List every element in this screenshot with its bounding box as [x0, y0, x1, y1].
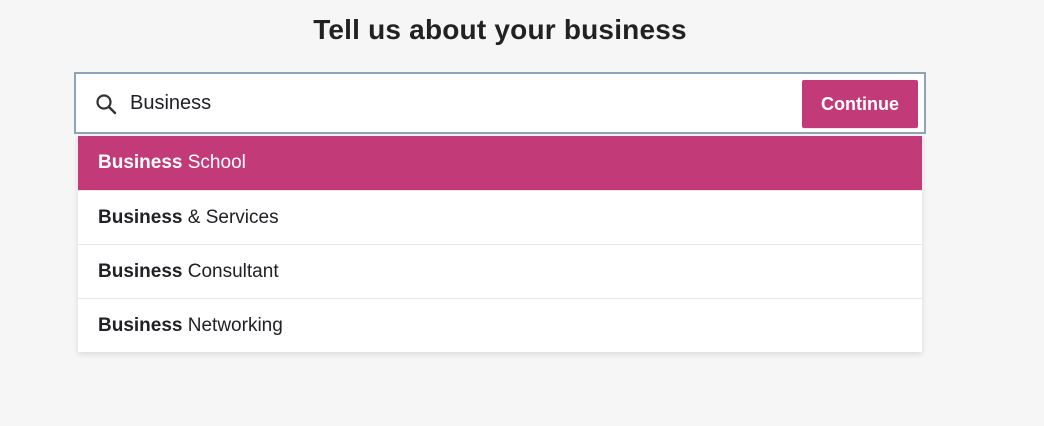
suggestion-rest: & Services [182, 207, 279, 228]
suggestion-business-networking[interactable]: Business Networking [78, 298, 922, 352]
suggestion-rest: Consultant [182, 261, 279, 282]
suggestions-dropdown: Business School Business & Services Busi… [78, 136, 922, 352]
page-title: Tell us about your business [313, 14, 687, 45]
search-box[interactable]: Continue [74, 72, 926, 134]
continue-button[interactable]: Continue [802, 80, 918, 128]
suggestion-rest: School [182, 152, 246, 173]
suggestion-business-and-services[interactable]: Business & Services [78, 190, 922, 244]
suggestion-business-consultant[interactable]: Business Consultant [78, 244, 922, 298]
suggestion-match: Business [98, 152, 183, 173]
search-icon [94, 92, 118, 116]
suggestion-match: Business [98, 315, 183, 336]
suggestion-rest: Networking [182, 315, 283, 336]
suggestion-match: Business [98, 261, 183, 282]
search-input[interactable] [130, 74, 790, 132]
suggestion-match: Business [98, 207, 183, 228]
suggestion-business-school[interactable]: Business School [78, 136, 922, 190]
